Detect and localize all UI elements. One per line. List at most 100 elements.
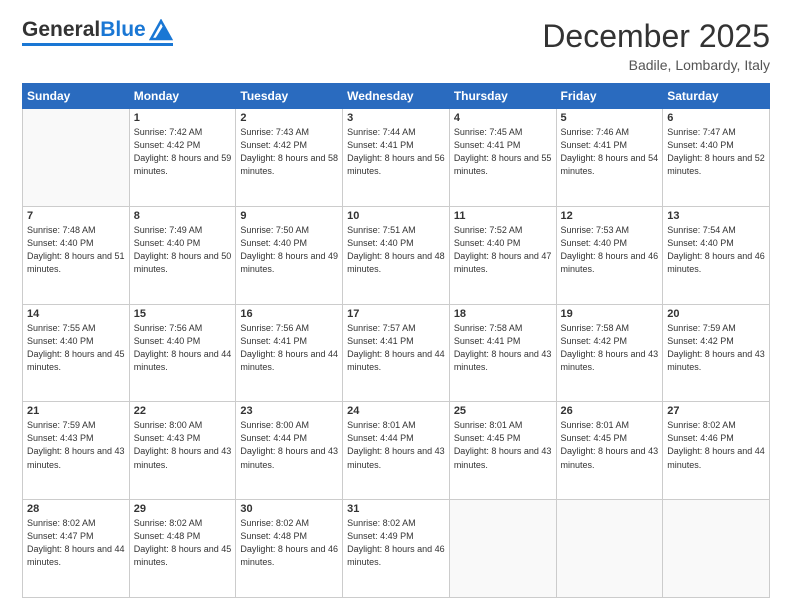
day-number: 28	[27, 503, 125, 515]
day-number: 10	[347, 210, 445, 222]
day-info: Sunrise: 7:49 AMSunset: 4:40 PMDaylight:…	[134, 224, 232, 276]
table-row: 15 Sunrise: 7:56 AMSunset: 4:40 PMDayligh…	[129, 304, 236, 402]
day-info: Sunrise: 7:52 AMSunset: 4:40 PMDaylight:…	[454, 224, 552, 276]
logo-general-text: General	[22, 18, 100, 42]
location: Badile, Lombardy, Italy	[542, 57, 770, 73]
day-info: Sunrise: 7:58 AMSunset: 4:41 PMDaylight:…	[454, 322, 552, 374]
month-title: December 2025	[542, 18, 770, 55]
day-info: Sunrise: 7:44 AMSunset: 4:41 PMDaylight:…	[347, 126, 445, 178]
table-row	[556, 500, 663, 598]
table-row: 21Sunrise: 7:59 AMSunset: 4:43 PMDayligh…	[23, 402, 130, 500]
table-row: 24 Sunrise: 8:01 AMSunset: 4:44 PMDayligh…	[343, 402, 450, 500]
day-info: Sunrise: 7:56 AMSunset: 4:40 PMDaylight:…	[134, 322, 232, 374]
day-info: Sunrise: 8:01 AMSunset: 4:44 PMDaylight:…	[347, 419, 445, 471]
day-info: Sunrise: 7:50 AMSunset: 4:40 PMDaylight:…	[240, 224, 338, 276]
day-info: Sunrise: 7:59 AMSunset: 4:42 PMDaylight:…	[667, 322, 765, 374]
day-number: 20	[667, 308, 765, 320]
logo: General Blue	[22, 18, 173, 46]
table-row: 4 Sunrise: 7:45 AMSunset: 4:41 PMDaylight…	[449, 109, 556, 207]
day-number: 11	[454, 210, 552, 222]
table-row: 25Sunrise: 8:01 AMSunset: 4:45 PMDayligh…	[449, 402, 556, 500]
day-info: Sunrise: 8:01 AMSunset: 4:45 PMDaylight:…	[561, 419, 659, 471]
table-row: 11 Sunrise: 7:52 AMSunset: 4:40 PMDayligh…	[449, 206, 556, 304]
table-row: 17Sunrise: 7:57 AMSunset: 4:41 PMDayligh…	[343, 304, 450, 402]
table-row: 16Sunrise: 7:56 AMSunset: 4:41 PMDayligh…	[236, 304, 343, 402]
calendar-header-row: Sunday Monday Tuesday Wednesday Thursday…	[23, 84, 770, 109]
table-row: 20 Sunrise: 7:59 AMSunset: 4:42 PMDayligh…	[663, 304, 770, 402]
table-row	[23, 109, 130, 207]
calendar-week-row: 21Sunrise: 7:59 AMSunset: 4:43 PMDayligh…	[23, 402, 770, 500]
logo-icon	[149, 19, 173, 41]
day-info: Sunrise: 7:48 AMSunset: 4:40 PMDaylight:…	[27, 224, 125, 276]
day-info: Sunrise: 8:00 AMSunset: 4:44 PMDaylight:…	[240, 419, 338, 471]
day-number: 5	[561, 112, 659, 124]
header-sunday: Sunday	[23, 84, 130, 109]
calendar-week-row: 7 Sunrise: 7:48 AMSunset: 4:40 PMDaylight…	[23, 206, 770, 304]
day-info: Sunrise: 7:57 AMSunset: 4:41 PMDaylight:…	[347, 322, 445, 374]
header-wednesday: Wednesday	[343, 84, 450, 109]
calendar-week-row: 14 Sunrise: 7:55 AMSunset: 4:40 PMDayligh…	[23, 304, 770, 402]
day-number: 30	[240, 503, 338, 515]
day-info: Sunrise: 8:02 AMSunset: 4:49 PMDaylight:…	[347, 517, 445, 569]
day-number: 21	[27, 405, 125, 417]
table-row: 22Sunrise: 8:00 AMSunset: 4:43 PMDayligh…	[129, 402, 236, 500]
logo-blue-text: Blue	[100, 18, 146, 42]
day-number: 19	[561, 308, 659, 320]
table-row: 6 Sunrise: 7:47 AMSunset: 4:40 PMDaylight…	[663, 109, 770, 207]
header-thursday: Thursday	[449, 84, 556, 109]
day-info: Sunrise: 7:53 AMSunset: 4:40 PMDaylight:…	[561, 224, 659, 276]
table-row: 5Sunrise: 7:46 AMSunset: 4:41 PMDaylight…	[556, 109, 663, 207]
day-number: 24	[347, 405, 445, 417]
day-info: Sunrise: 8:02 AMSunset: 4:46 PMDaylight:…	[667, 419, 765, 471]
day-info: Sunrise: 7:47 AMSunset: 4:40 PMDaylight:…	[667, 126, 765, 178]
table-row: 28Sunrise: 8:02 AMSunset: 4:47 PMDayligh…	[23, 500, 130, 598]
day-number: 3	[347, 112, 445, 124]
title-block: December 2025 Badile, Lombardy, Italy	[542, 18, 770, 73]
day-number: 12	[561, 210, 659, 222]
table-row	[449, 500, 556, 598]
table-row: 30 Sunrise: 8:02 AMSunset: 4:48 PMDayligh…	[236, 500, 343, 598]
day-info: Sunrise: 7:55 AMSunset: 4:40 PMDaylight:…	[27, 322, 125, 374]
day-number: 15	[134, 308, 232, 320]
day-number: 9	[240, 210, 338, 222]
table-row	[663, 500, 770, 598]
table-row: 31 Sunrise: 8:02 AMSunset: 4:49 PMDayligh…	[343, 500, 450, 598]
header: General Blue December 2025 Badile, Lomba…	[22, 18, 770, 73]
day-number: 13	[667, 210, 765, 222]
table-row: 29Sunrise: 8:02 AMSunset: 4:48 PMDayligh…	[129, 500, 236, 598]
day-number: 31	[347, 503, 445, 515]
day-info: Sunrise: 7:51 AMSunset: 4:40 PMDaylight:…	[347, 224, 445, 276]
header-monday: Monday	[129, 84, 236, 109]
day-number: 27	[667, 405, 765, 417]
day-number: 7	[27, 210, 125, 222]
table-row: 27 Sunrise: 8:02 AMSunset: 4:46 PMDayligh…	[663, 402, 770, 500]
table-row: 23Sunrise: 8:00 AMSunset: 4:44 PMDayligh…	[236, 402, 343, 500]
calendar-week-row: 28Sunrise: 8:02 AMSunset: 4:47 PMDayligh…	[23, 500, 770, 598]
day-number: 16	[240, 308, 338, 320]
logo-underline	[22, 43, 173, 46]
table-row: 9 Sunrise: 7:50 AMSunset: 4:40 PMDaylight…	[236, 206, 343, 304]
day-number: 6	[667, 112, 765, 124]
day-info: Sunrise: 8:00 AMSunset: 4:43 PMDaylight:…	[134, 419, 232, 471]
calendar-week-row: 1Sunrise: 7:42 AMSunset: 4:42 PMDaylight…	[23, 109, 770, 207]
day-info: Sunrise: 8:02 AMSunset: 4:48 PMDaylight:…	[240, 517, 338, 569]
day-number: 14	[27, 308, 125, 320]
day-number: 8	[134, 210, 232, 222]
table-row: 1Sunrise: 7:42 AMSunset: 4:42 PMDaylight…	[129, 109, 236, 207]
page: General Blue December 2025 Badile, Lomba…	[0, 0, 792, 612]
day-number: 29	[134, 503, 232, 515]
day-info: Sunrise: 7:43 AMSunset: 4:42 PMDaylight:…	[240, 126, 338, 178]
header-friday: Friday	[556, 84, 663, 109]
table-row: 14 Sunrise: 7:55 AMSunset: 4:40 PMDayligh…	[23, 304, 130, 402]
table-row: 8 Sunrise: 7:49 AMSunset: 4:40 PMDaylight…	[129, 206, 236, 304]
day-info: Sunrise: 7:45 AMSunset: 4:41 PMDaylight:…	[454, 126, 552, 178]
table-row: 10 Sunrise: 7:51 AMSunset: 4:40 PMDayligh…	[343, 206, 450, 304]
table-row: 2 Sunrise: 7:43 AMSunset: 4:42 PMDaylight…	[236, 109, 343, 207]
header-saturday: Saturday	[663, 84, 770, 109]
table-row: 19Sunrise: 7:58 AMSunset: 4:42 PMDayligh…	[556, 304, 663, 402]
day-number: 4	[454, 112, 552, 124]
table-row: 3 Sunrise: 7:44 AMSunset: 4:41 PMDaylight…	[343, 109, 450, 207]
table-row: 26Sunrise: 8:01 AMSunset: 4:45 PMDayligh…	[556, 402, 663, 500]
day-number: 2	[240, 112, 338, 124]
day-number: 1	[134, 112, 232, 124]
